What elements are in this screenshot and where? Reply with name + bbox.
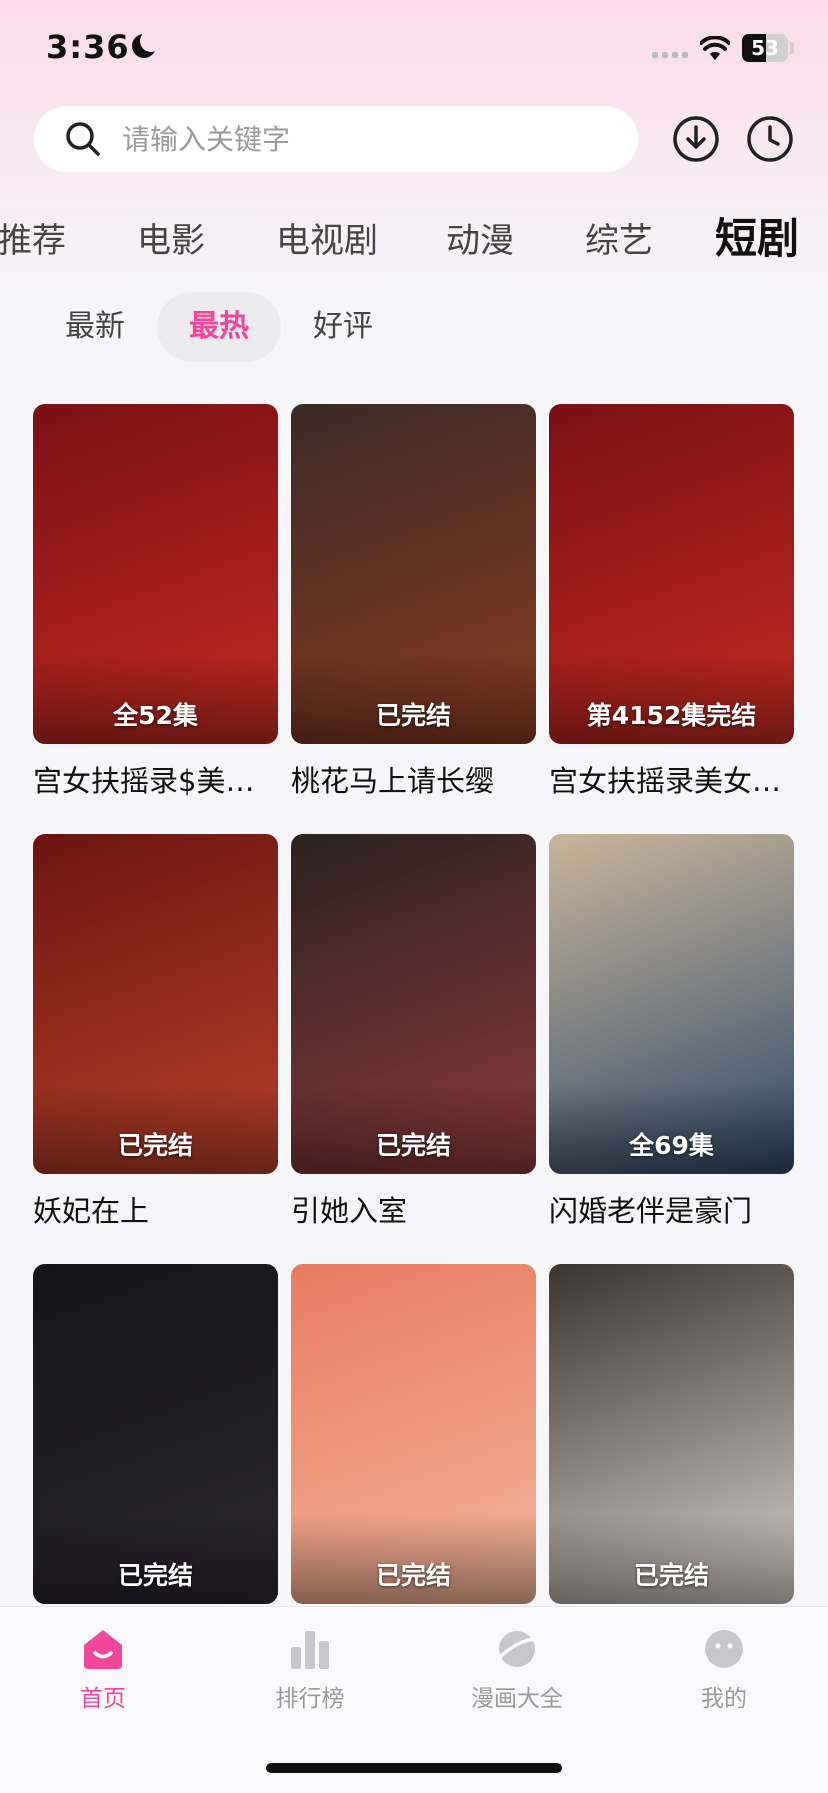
planet-icon [498, 1631, 536, 1667]
drama-card[interactable]: 已完结 桃花马上请长缨 [291, 404, 536, 800]
search-bar[interactable] [34, 106, 638, 172]
drama-card[interactable]: 全52集 宫女扶摇录$美女与生活 [33, 404, 278, 800]
search-input[interactable] [120, 121, 604, 157]
drama-card[interactable]: 已完结 [291, 1264, 536, 1604]
episode-badge: 已完结 [375, 1131, 451, 1160]
sort-hottest[interactable]: 最热 [157, 292, 281, 362]
poster-image: 第4152集完结 [549, 404, 794, 744]
poster-image: 已完结 [291, 1264, 536, 1604]
nav-ranking[interactable]: 排行榜 [250, 1627, 370, 1713]
tab-anime[interactable]: 动漫 [446, 213, 514, 262]
battery-indicator: 53 [742, 34, 788, 62]
episode-badge: 全52集 [113, 701, 198, 730]
episode-badge: 已完结 [633, 1561, 709, 1590]
tab-movie[interactable]: 电影 [137, 213, 205, 262]
episode-badge: 已完结 [117, 1131, 193, 1160]
sort-top-rated[interactable]: 好评 [298, 292, 388, 362]
wifi-icon [700, 36, 730, 60]
drama-card[interactable]: 已完结 [549, 1264, 794, 1604]
search-icon [66, 122, 100, 156]
cellular-signal-icon [652, 52, 688, 58]
drama-card[interactable]: 已完结 [33, 1264, 278, 1604]
ranking-bar-icon [291, 1631, 329, 1669]
episode-badge: 全69集 [629, 1131, 714, 1160]
tab-tv-series[interactable]: 电视剧 [276, 213, 378, 262]
sort-newest[interactable]: 最新 [50, 292, 140, 362]
drama-card[interactable]: 全69集 闪婚老伴是豪门 [549, 834, 794, 1230]
episode-badge: 已完结 [117, 1561, 193, 1590]
drama-title: 宫女扶摇录美女与生活 [549, 764, 794, 798]
tab-variety[interactable]: 综艺 [585, 213, 653, 262]
nav-home[interactable]: 首页 [43, 1627, 163, 1713]
status-time: 3:36 [46, 28, 130, 66]
drama-title: 闪婚老伴是豪门 [549, 1194, 753, 1228]
download-icon[interactable] [671, 114, 721, 164]
episode-badge: 第4152集完结 [586, 701, 757, 730]
drama-card[interactable]: 第4152集完结 宫女扶摇录美女与生活 [549, 404, 794, 800]
episode-badge: 已完结 [375, 1561, 451, 1590]
poster-image: 已完结 [549, 1264, 794, 1604]
drama-card[interactable]: 已完结 妖妃在上 [33, 834, 278, 1230]
poster-image: 已完结 [291, 404, 536, 744]
tab-recommend[interactable]: 推荐 [0, 213, 66, 262]
nav-profile[interactable]: 我的 [664, 1627, 784, 1713]
poster-image: 已完结 [33, 1264, 278, 1604]
category-tabs: 推荐 电影 电视剧 动漫 综艺 短剧 [0, 205, 828, 263]
profile-face-icon [705, 1630, 743, 1668]
nav-comics-label: 漫画大全 [471, 1686, 563, 1712]
drama-title: 妖妃在上 [33, 1194, 150, 1228]
nav-profile-label: 我的 [701, 1686, 747, 1712]
drama-card[interactable]: 已完结 引她入室 [291, 834, 536, 1230]
drama-title: 引她入室 [291, 1194, 408, 1228]
nav-ranking-label: 排行榜 [275, 1686, 345, 1712]
moon-icon [132, 30, 162, 58]
home-icon [84, 1630, 122, 1669]
tab-short-drama[interactable]: 短剧 [715, 205, 799, 266]
episode-badge: 已完结 [375, 701, 451, 730]
clock-icon[interactable] [745, 114, 795, 164]
poster-image: 已完结 [291, 834, 536, 1174]
poster-image: 全52集 [33, 404, 278, 744]
nav-comics[interactable]: 漫画大全 [457, 1627, 577, 1713]
battery-percent: 53 [751, 36, 779, 60]
home-indicator [266, 1763, 562, 1773]
poster-image: 已完结 [33, 834, 278, 1174]
poster-image: 全69集 [549, 834, 794, 1174]
nav-home-label: 首页 [80, 1686, 126, 1712]
drama-title: 宫女扶摇录$美女与生活 [33, 764, 278, 798]
drama-title: 桃花马上请长缨 [291, 764, 495, 798]
